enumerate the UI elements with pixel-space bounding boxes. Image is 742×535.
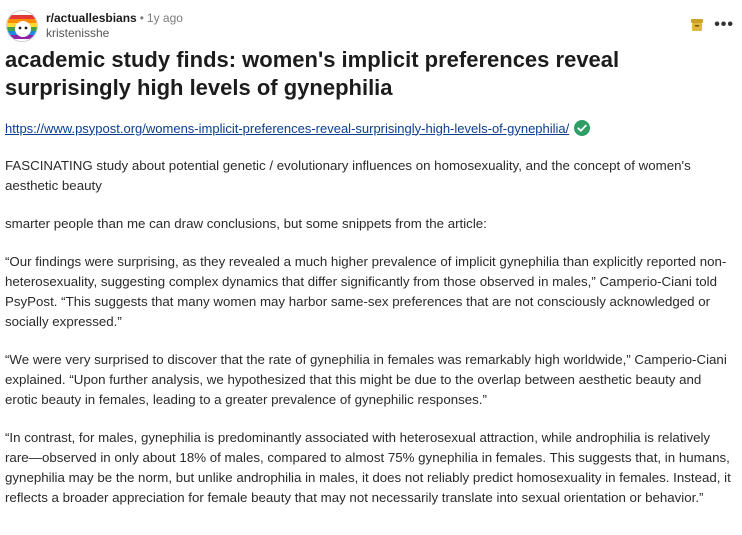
- meta-separator: •: [139, 11, 144, 25]
- post-author[interactable]: kristenisshe: [46, 26, 183, 41]
- post-paragraph: FASCINATING study about potential geneti…: [5, 158, 691, 193]
- verified-check-icon: [574, 120, 591, 136]
- post-paragraph: “In contrast, for males, gynephilia is p…: [5, 430, 731, 505]
- more-options-icon[interactable]: •••: [714, 17, 734, 33]
- post-link[interactable]: https://www.psypost.org/womens-implicit-…: [5, 121, 569, 136]
- subreddit-avatar[interactable]: [6, 10, 38, 42]
- archive-icon[interactable]: [690, 18, 704, 32]
- post-paragraph: “Our findings were surprising, as they r…: [5, 254, 727, 329]
- post-title[interactable]: academic study finds: women's implicit p…: [5, 46, 705, 102]
- post-header: r/actuallesbians • 1y ago kristenisshe •••: [6, 8, 742, 42]
- post-meta: r/actuallesbians • 1y ago kristenisshe: [46, 11, 183, 41]
- post-paragraph: “We were very surprised to discover that…: [5, 352, 727, 407]
- post-paragraph: smarter people than me can draw conclusi…: [5, 216, 487, 231]
- post-body: FASCINATING study about potential geneti…: [5, 156, 737, 526]
- post-link-row: https://www.psypost.org/womens-implicit-…: [5, 120, 591, 136]
- post-age: 1y ago: [146, 11, 183, 25]
- subreddit-name[interactable]: r/actuallesbians: [46, 11, 137, 25]
- post-actions: •••: [690, 17, 734, 33]
- rainbow-avatar-icon: [7, 11, 37, 41]
